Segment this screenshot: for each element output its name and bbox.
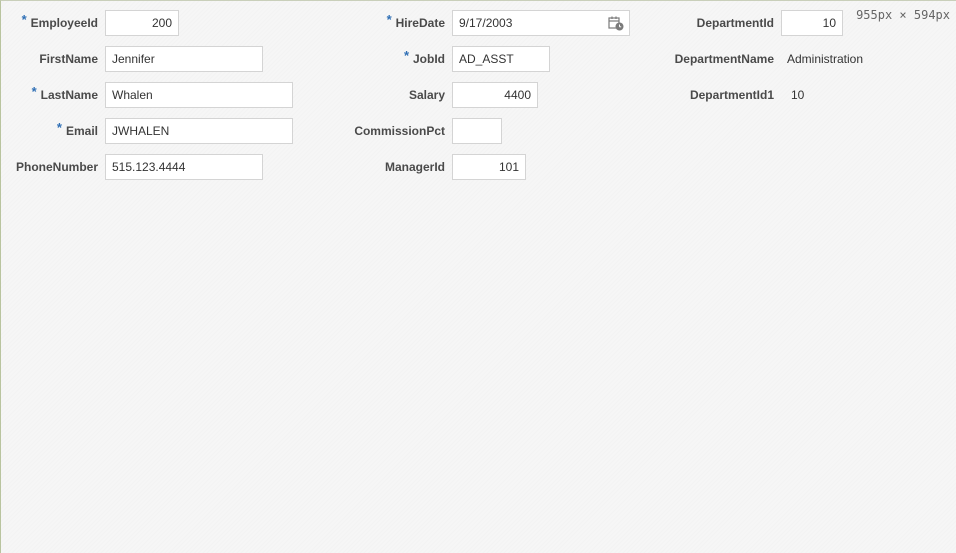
commission-pct-label: CommissionPct <box>301 124 445 138</box>
department-id-label: DepartmentId <box>601 16 774 30</box>
last-name-label-text: LastName <box>40 88 98 102</box>
required-marker: * <box>56 119 62 135</box>
last-name-label: * LastName <box>1 84 98 103</box>
required-marker: * <box>21 11 27 27</box>
manager-id-label: ManagerId <box>301 160 445 174</box>
employee-id-label-text: EmployeeId <box>30 16 98 30</box>
email-row: * Email <box>1 117 293 145</box>
department-id1-row: DepartmentId1 10 <box>601 81 804 109</box>
department-id-row: DepartmentId <box>601 9 843 37</box>
manager-id-input[interactable] <box>452 154 526 180</box>
salary-label-text: Salary <box>408 88 445 102</box>
phone-number-label: PhoneNumber <box>1 160 98 174</box>
manager-id-row: ManagerId <box>301 153 526 181</box>
salary-row: Salary <box>301 81 538 109</box>
email-input[interactable] <box>105 118 293 144</box>
department-name-value: Administration <box>787 52 864 66</box>
first-name-row: FirstName <box>1 45 263 73</box>
commission-pct-label-text: CommissionPct <box>354 124 445 138</box>
hire-date-label: * HireDate <box>301 12 445 31</box>
first-name-label: FirstName <box>1 52 98 66</box>
job-id-input[interactable] <box>452 46 550 72</box>
last-name-input[interactable] <box>105 82 293 108</box>
department-id-input[interactable] <box>781 10 843 36</box>
hire-date-label-text: HireDate <box>395 16 445 30</box>
job-id-label-text: JobId <box>413 52 445 66</box>
employee-id-input[interactable] <box>105 10 179 36</box>
commission-pct-input[interactable] <box>452 118 502 144</box>
employee-id-label: * EmployeeId <box>1 12 98 31</box>
department-name-label-text: DepartmentName <box>674 52 774 66</box>
salary-input[interactable] <box>452 82 538 108</box>
first-name-input[interactable] <box>105 46 263 72</box>
department-id1-label: DepartmentId1 <box>601 88 774 102</box>
department-id1-value: 10 <box>791 88 805 102</box>
first-name-label-text: FirstName <box>39 52 98 66</box>
required-marker: * <box>403 47 409 63</box>
required-marker: * <box>31 83 37 99</box>
job-id-row: * JobId <box>301 45 550 73</box>
dimensions-readout: 955px × 594px <box>856 8 950 22</box>
department-name-label: DepartmentName <box>601 52 774 66</box>
employee-id-row: * EmployeeId <box>1 9 179 37</box>
phone-number-label-text: PhoneNumber <box>15 160 98 174</box>
commission-pct-row: CommissionPct <box>301 117 502 145</box>
salary-label: Salary <box>301 88 445 102</box>
job-id-label: * JobId <box>301 48 445 67</box>
email-label-text: Email <box>65 124 98 138</box>
last-name-row: * LastName <box>1 81 293 109</box>
required-marker: * <box>386 11 392 27</box>
department-id1-label-text: DepartmentId1 <box>689 88 774 102</box>
department-name-row: DepartmentName Administration <box>601 45 863 73</box>
email-label: * Email <box>1 120 98 139</box>
department-id-label-text: DepartmentId <box>696 16 774 30</box>
phone-number-input[interactable] <box>105 154 263 180</box>
manager-id-label-text: ManagerId <box>384 160 445 174</box>
phone-number-row: PhoneNumber <box>1 153 263 181</box>
hire-date-row: * HireDate <box>301 9 630 37</box>
